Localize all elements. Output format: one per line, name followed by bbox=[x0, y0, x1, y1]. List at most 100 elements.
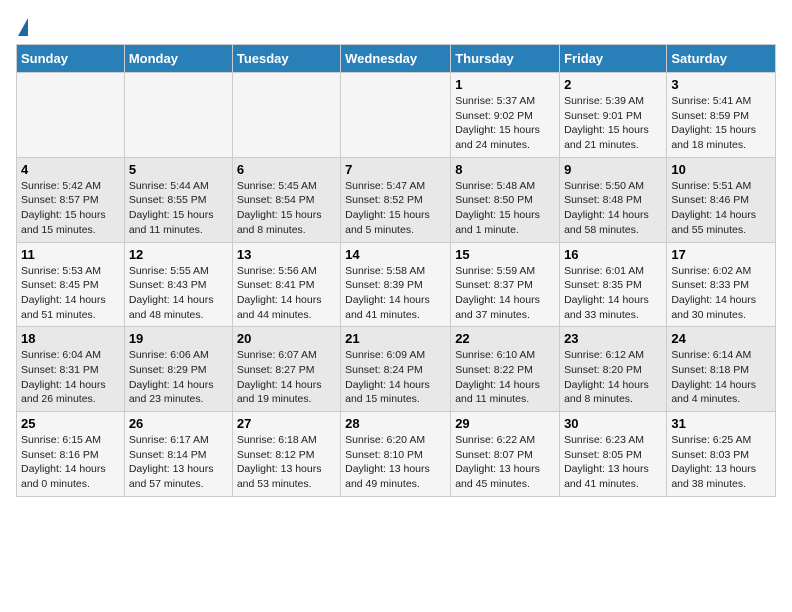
day-number: 25 bbox=[21, 416, 120, 431]
day-info: Sunrise: 5:44 AM Sunset: 8:55 PM Dayligh… bbox=[129, 179, 228, 238]
day-number: 23 bbox=[564, 331, 662, 346]
day-info: Sunrise: 6:02 AM Sunset: 8:33 PM Dayligh… bbox=[671, 264, 771, 323]
day-info: Sunrise: 5:41 AM Sunset: 8:59 PM Dayligh… bbox=[671, 94, 771, 153]
day-number: 6 bbox=[237, 162, 336, 177]
day-number: 4 bbox=[21, 162, 120, 177]
calendar-week-row: 11 Sunrise: 5:53 AM Sunset: 8:45 PM Dayli… bbox=[17, 242, 776, 327]
day-info: Sunrise: 5:48 AM Sunset: 8:50 PM Dayligh… bbox=[455, 179, 555, 238]
day-info: Sunrise: 5:50 AM Sunset: 8:48 PM Dayligh… bbox=[564, 179, 662, 238]
day-info: Sunrise: 5:51 AM Sunset: 8:46 PM Dayligh… bbox=[671, 179, 771, 238]
calendar-cell: 8 Sunrise: 5:48 AM Sunset: 8:50 PM Daylig… bbox=[451, 157, 560, 242]
day-number: 16 bbox=[564, 247, 662, 262]
day-info: Sunrise: 6:17 AM Sunset: 8:14 PM Dayligh… bbox=[129, 433, 228, 492]
calendar-cell bbox=[341, 73, 451, 158]
calendar-cell: 24Sunrise: 6:14 AM Sunset: 8:18 PM Dayli… bbox=[667, 327, 776, 412]
day-number: 28 bbox=[345, 416, 446, 431]
day-info: Sunrise: 6:15 AM Sunset: 8:16 PM Dayligh… bbox=[21, 433, 120, 492]
day-info: Sunrise: 5:55 AM Sunset: 8:43 PM Dayligh… bbox=[129, 264, 228, 323]
day-info: Sunrise: 6:10 AM Sunset: 8:22 PM Dayligh… bbox=[455, 348, 555, 407]
calendar-cell: 14 Sunrise: 5:58 AM Sunset: 8:39 PM Dayli… bbox=[341, 242, 451, 327]
day-info: Sunrise: 6:09 AM Sunset: 8:24 PM Dayligh… bbox=[345, 348, 446, 407]
day-info: Sunrise: 6:12 AM Sunset: 8:20 PM Dayligh… bbox=[564, 348, 662, 407]
weekday-header-wednesday: Wednesday bbox=[341, 45, 451, 73]
day-number: 18 bbox=[21, 331, 120, 346]
calendar-cell bbox=[17, 73, 125, 158]
day-number: 1 bbox=[455, 77, 555, 92]
day-number: 15 bbox=[455, 247, 555, 262]
calendar-cell: 13 Sunrise: 5:56 AM Sunset: 8:41 PM Dayli… bbox=[232, 242, 340, 327]
calendar-cell: 21 Sunrise: 6:09 AM Sunset: 8:24 PM Dayli… bbox=[341, 327, 451, 412]
calendar-cell: 17 Sunrise: 6:02 AM Sunset: 8:33 PM Dayli… bbox=[667, 242, 776, 327]
day-number: 17 bbox=[671, 247, 771, 262]
weekday-header-saturday: Saturday bbox=[667, 45, 776, 73]
weekday-header-sunday: Sunday bbox=[17, 45, 125, 73]
day-number: 22 bbox=[455, 331, 555, 346]
calendar-cell: 9 Sunrise: 5:50 AM Sunset: 8:48 PM Daylig… bbox=[560, 157, 667, 242]
day-number: 27 bbox=[237, 416, 336, 431]
day-number: 19 bbox=[129, 331, 228, 346]
day-number: 13 bbox=[237, 247, 336, 262]
calendar-body: 1 Sunrise: 5:37 AM Sunset: 9:02 PM Daylig… bbox=[17, 73, 776, 497]
calendar-week-row: 1 Sunrise: 5:37 AM Sunset: 9:02 PM Daylig… bbox=[17, 73, 776, 158]
day-info: Sunrise: 5:53 AM Sunset: 8:45 PM Dayligh… bbox=[21, 264, 120, 323]
day-number: 26 bbox=[129, 416, 228, 431]
day-info: Sunrise: 6:04 AM Sunset: 8:31 PM Dayligh… bbox=[21, 348, 120, 407]
day-number: 30 bbox=[564, 416, 662, 431]
calendar-cell: 2Sunrise: 5:39 AM Sunset: 9:01 PM Daylig… bbox=[560, 73, 667, 158]
calendar-cell bbox=[124, 73, 232, 158]
logo-triangle-icon bbox=[18, 18, 28, 36]
day-number: 21 bbox=[345, 331, 446, 346]
weekday-header-thursday: Thursday bbox=[451, 45, 560, 73]
calendar-cell: 26 Sunrise: 6:17 AM Sunset: 8:14 PM Dayli… bbox=[124, 412, 232, 497]
calendar-cell: 3Sunrise: 5:41 AM Sunset: 8:59 PM Daylig… bbox=[667, 73, 776, 158]
day-info: Sunrise: 5:37 AM Sunset: 9:02 PM Dayligh… bbox=[455, 94, 555, 153]
day-info: Sunrise: 6:07 AM Sunset: 8:27 PM Dayligh… bbox=[237, 348, 336, 407]
calendar-cell: 4 Sunrise: 5:42 AM Sunset: 8:57 PM Daylig… bbox=[17, 157, 125, 242]
weekday-header-monday: Monday bbox=[124, 45, 232, 73]
calendar-cell: 29 Sunrise: 6:22 AM Sunset: 8:07 PM Dayli… bbox=[451, 412, 560, 497]
day-info: Sunrise: 5:56 AM Sunset: 8:41 PM Dayligh… bbox=[237, 264, 336, 323]
calendar-cell: 12 Sunrise: 5:55 AM Sunset: 8:43 PM Dayli… bbox=[124, 242, 232, 327]
calendar-cell: 30 Sunrise: 6:23 AM Sunset: 8:05 PM Dayli… bbox=[560, 412, 667, 497]
day-info: Sunrise: 6:01 AM Sunset: 8:35 PM Dayligh… bbox=[564, 264, 662, 323]
day-info: Sunrise: 6:23 AM Sunset: 8:05 PM Dayligh… bbox=[564, 433, 662, 492]
day-number: 2 bbox=[564, 77, 662, 92]
calendar-header: SundayMondayTuesdayWednesdayThursdayFrid… bbox=[17, 45, 776, 73]
day-number: 31 bbox=[671, 416, 771, 431]
day-info: Sunrise: 6:14 AM Sunset: 8:18 PM Dayligh… bbox=[671, 348, 771, 407]
logo bbox=[16, 16, 28, 34]
calendar-cell: 16 Sunrise: 6:01 AM Sunset: 8:35 PM Dayli… bbox=[560, 242, 667, 327]
day-number: 29 bbox=[455, 416, 555, 431]
calendar-cell: 31Sunrise: 6:25 AM Sunset: 8:03 PM Dayli… bbox=[667, 412, 776, 497]
day-info: Sunrise: 6:18 AM Sunset: 8:12 PM Dayligh… bbox=[237, 433, 336, 492]
day-info: Sunrise: 5:42 AM Sunset: 8:57 PM Dayligh… bbox=[21, 179, 120, 238]
day-number: 12 bbox=[129, 247, 228, 262]
calendar-cell: 20Sunrise: 6:07 AM Sunset: 8:27 PM Dayli… bbox=[232, 327, 340, 412]
day-info: Sunrise: 6:22 AM Sunset: 8:07 PM Dayligh… bbox=[455, 433, 555, 492]
day-info: Sunrise: 5:58 AM Sunset: 8:39 PM Dayligh… bbox=[345, 264, 446, 323]
day-number: 11 bbox=[21, 247, 120, 262]
calendar-cell: 23 Sunrise: 6:12 AM Sunset: 8:20 PM Dayli… bbox=[560, 327, 667, 412]
day-info: Sunrise: 6:20 AM Sunset: 8:10 PM Dayligh… bbox=[345, 433, 446, 492]
calendar-cell: 28 Sunrise: 6:20 AM Sunset: 8:10 PM Dayli… bbox=[341, 412, 451, 497]
calendar-cell: 1 Sunrise: 5:37 AM Sunset: 9:02 PM Daylig… bbox=[451, 73, 560, 158]
calendar-cell: 10 Sunrise: 5:51 AM Sunset: 8:46 PM Dayli… bbox=[667, 157, 776, 242]
calendar-cell: 27 Sunrise: 6:18 AM Sunset: 8:12 PM Dayli… bbox=[232, 412, 340, 497]
calendar-cell: 25 Sunrise: 6:15 AM Sunset: 8:16 PM Dayli… bbox=[17, 412, 125, 497]
calendar-cell: 15Sunrise: 5:59 AM Sunset: 8:37 PM Dayli… bbox=[451, 242, 560, 327]
calendar-week-row: 18 Sunrise: 6:04 AM Sunset: 8:31 PM Dayli… bbox=[17, 327, 776, 412]
day-number: 9 bbox=[564, 162, 662, 177]
day-info: Sunrise: 5:45 AM Sunset: 8:54 PM Dayligh… bbox=[237, 179, 336, 238]
day-number: 14 bbox=[345, 247, 446, 262]
weekday-row: SundayMondayTuesdayWednesdayThursdayFrid… bbox=[17, 45, 776, 73]
page-header bbox=[16, 16, 776, 34]
day-info: Sunrise: 5:47 AM Sunset: 8:52 PM Dayligh… bbox=[345, 179, 446, 238]
calendar-cell: 19 Sunrise: 6:06 AM Sunset: 8:29 PM Dayli… bbox=[124, 327, 232, 412]
calendar-cell: 7 Sunrise: 5:47 AM Sunset: 8:52 PM Daylig… bbox=[341, 157, 451, 242]
day-number: 7 bbox=[345, 162, 446, 177]
weekday-header-friday: Friday bbox=[560, 45, 667, 73]
day-number: 5 bbox=[129, 162, 228, 177]
day-number: 8 bbox=[455, 162, 555, 177]
day-info: Sunrise: 6:06 AM Sunset: 8:29 PM Dayligh… bbox=[129, 348, 228, 407]
day-number: 10 bbox=[671, 162, 771, 177]
